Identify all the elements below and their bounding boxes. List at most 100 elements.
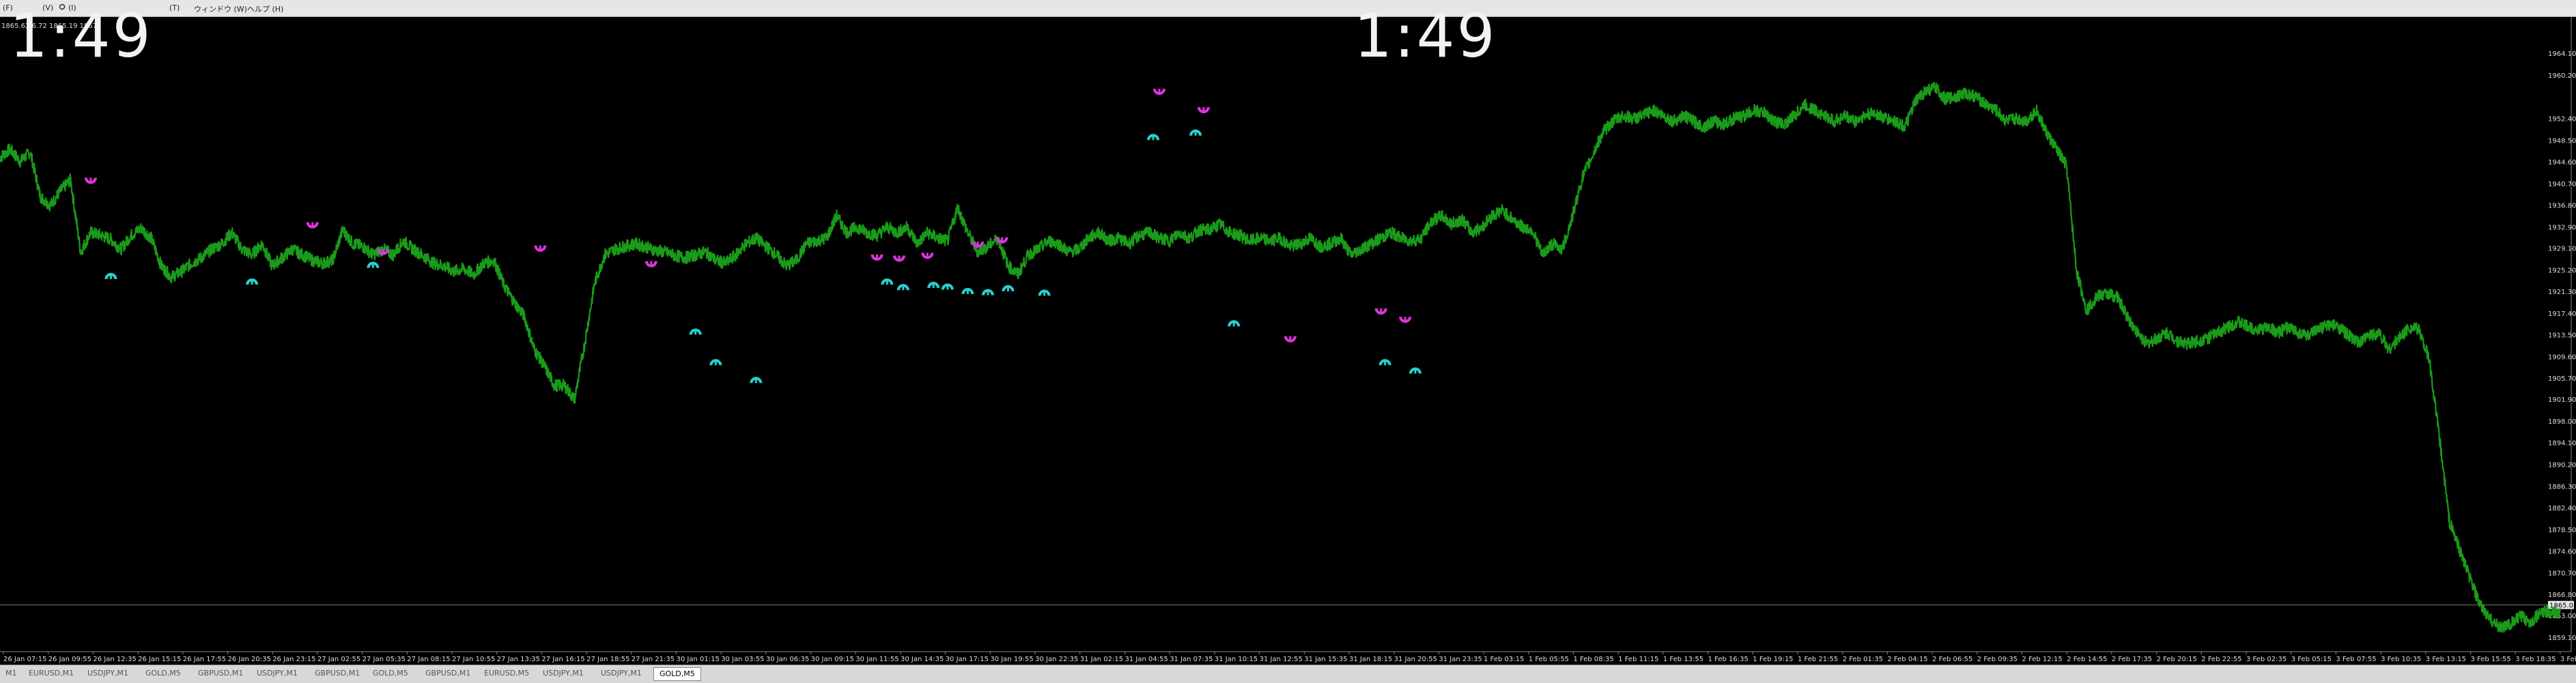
sell-signal-icon — [534, 245, 547, 252]
clock-overlay-left: 1:49 — [10, 1, 153, 71]
x-tick-label: 27 Jan 05:35 — [363, 656, 406, 663]
x-tick-label: 1 Feb 08:35 — [1574, 656, 1614, 663]
price-series-line — [0, 81, 2561, 633]
x-tick-label: 1 Feb 16:35 — [1708, 656, 1749, 663]
x-tick-label: 30 Jan 03:55 — [721, 656, 764, 663]
x-tick-label: 1 Feb 05:55 — [1529, 656, 1569, 663]
sell-signal-icon — [1284, 336, 1297, 343]
buy-signal-icon — [981, 289, 994, 295]
buy-signal-icon — [367, 261, 380, 268]
y-tick-label: 1890.20 — [2548, 462, 2576, 469]
buy-signal-icon — [104, 273, 117, 280]
y-tick-label: 1948.50 — [2548, 137, 2576, 145]
chart-tab[interactable]: GOLD,M5 — [140, 667, 186, 680]
x-tick-label: 27 Jan 16:15 — [541, 656, 584, 663]
x-tick-label: 2 Feb 01:35 — [1843, 656, 1883, 663]
x-tick-label: 31 Jan 20:55 — [1394, 656, 1437, 663]
x-tick-label: 31 Jan 10:15 — [1215, 656, 1258, 663]
x-tick-label: 26 Jan 07:15 — [3, 656, 46, 663]
sell-signal-icon — [84, 177, 97, 184]
chart-tab[interactable]: GBPUSD,M1 — [193, 667, 249, 680]
buy-signal-icon — [1409, 367, 1421, 374]
x-tick-label: 30 Jan 01:15 — [677, 656, 720, 663]
buy-signal-icon — [1228, 320, 1241, 327]
x-tick-label: 31 Jan 07:35 — [1170, 656, 1213, 663]
x-tick-label: 26 Jan 09:55 — [48, 656, 91, 663]
x-tick-label: 1 Feb 19:15 — [1753, 656, 1793, 663]
sell-signal-icon — [995, 237, 1008, 244]
sell-signal-icon — [377, 248, 390, 255]
chart-tab[interactable]: EURUSD,M5 — [479, 667, 535, 680]
y-tick-label: 1901.90 — [2548, 396, 2576, 404]
sell-signal-icon — [871, 254, 883, 261]
buy-signal-icon — [1038, 289, 1051, 296]
chart-tab[interactable]: M1 — [0, 667, 23, 680]
y-tick-label: 1894.10 — [2548, 440, 2576, 448]
x-tick-label: 26 Jan 12:35 — [93, 656, 136, 663]
menu-tools[interactable]: (T) — [169, 3, 180, 12]
chart-tab[interactable]: EURUSD,M1 — [23, 667, 79, 680]
menu-help[interactable]: ヘルプ (H) — [247, 3, 283, 14]
chart-tab[interactable]: USDJPY,M1 — [251, 667, 303, 680]
x-tick-label: 3 Feb 10:35 — [2381, 656, 2421, 663]
x-tick-label: 2 Feb 17:35 — [2112, 656, 2152, 663]
sell-signal-icon — [306, 222, 319, 229]
menu-window[interactable]: ウィンドウ (W) — [194, 3, 247, 14]
x-tick-label: 31 Jan 02:15 — [1080, 656, 1123, 663]
x-tick-label: 27 Jan 21:35 — [632, 656, 675, 663]
x-tick-label: 1 Feb 11:15 — [1618, 656, 1658, 663]
x-tick-label: 3 Feb 21:15 — [2560, 656, 2576, 663]
x-tick-label: 26 Jan 20:35 — [228, 656, 271, 663]
y-tick-label: 1929.10 — [2548, 245, 2576, 252]
x-tick-label: 2 Feb 04:15 — [1887, 656, 1927, 663]
x-tick-label: 26 Jan 23:15 — [272, 656, 315, 663]
y-tick-label: 1921.30 — [2548, 289, 2576, 296]
price-chart[interactable]: 1964.10 1960.20 1952.40 1948.50 1944.60 1940.… — [0, 17, 2576, 665]
chart-tab[interactable]: USDJPY,M1 — [595, 667, 647, 680]
chart-tab-active[interactable]: GOLD,M5 — [653, 667, 701, 681]
y-tick-label: 1913.50 — [2548, 332, 2576, 340]
buy-signal-icon — [1378, 359, 1391, 366]
y-tick-label: 1905.70 — [2548, 375, 2576, 383]
chart-tab[interactable]: GBPUSD,M1 — [420, 667, 476, 680]
x-tick-label: 3 Feb 05:15 — [2291, 656, 2332, 663]
y-tick-label: 1882.40 — [2548, 505, 2576, 512]
y-tick-label: 1960.20 — [2548, 72, 2576, 80]
buy-signal-icon — [941, 283, 954, 290]
y-tick-label: 1874.60 — [2548, 549, 2576, 556]
buy-signal-icon — [750, 377, 763, 383]
x-tick-label: 27 Jan 18:55 — [586, 656, 629, 663]
x-tick-label: 30 Jan 09:15 — [811, 656, 854, 663]
y-tick-label: 1866.80 — [2548, 592, 2576, 599]
buy-signal-icon — [1002, 285, 1015, 292]
chart-tab[interactable]: GOLD,M5 — [367, 667, 414, 680]
y-tick-label: 1917.40 — [2548, 310, 2576, 318]
x-tick-label: 27 Jan 13:35 — [497, 656, 540, 663]
y-tick-label: 1952.40 — [2548, 116, 2576, 123]
y-tick-label: 1870.70 — [2548, 570, 2576, 577]
x-tick-label: 2 Feb 20:15 — [2157, 656, 2197, 663]
x-tick-label: 27 Jan 10:55 — [452, 656, 495, 663]
x-tick-label: 26 Jan 15:15 — [138, 656, 181, 663]
buy-signal-icon — [881, 278, 894, 285]
y-tick-label: 1932.90 — [2548, 224, 2576, 232]
buy-signal-icon — [689, 328, 702, 335]
x-tick-label: 30 Jan 22:35 — [1035, 656, 1078, 663]
chart-tab[interactable]: USDJPY,M1 — [537, 667, 589, 680]
x-tick-label: 31 Jan 12:55 — [1260, 656, 1303, 663]
buy-signal-icon — [961, 288, 974, 295]
chart-tab[interactable]: GBPUSD,M1 — [309, 667, 365, 680]
x-tick-label: 30 Jan 19:55 — [990, 656, 1033, 663]
y-tick-label: 1944.60 — [2548, 159, 2576, 166]
x-tick-label: 3 Feb 18:35 — [2515, 656, 2556, 663]
chart-window[interactable]: 1964.10 1960.20 1952.40 1948.50 1944.60 1940.… — [0, 6, 2576, 665]
buy-signal-icon — [927, 282, 940, 289]
chart-tab[interactable]: USDJPY,M1 — [82, 667, 134, 680]
y-tick-label: 1909.60 — [2548, 353, 2576, 361]
y-tick-label: 1878.50 — [2548, 527, 2576, 534]
sell-signal-icon — [972, 241, 985, 248]
buy-signal-icon — [1147, 134, 1160, 141]
buy-signal-icon — [246, 278, 259, 285]
clock-overlay-right: 1:49 — [1354, 1, 1497, 71]
y-tick-label: 1886.30 — [2548, 483, 2576, 491]
